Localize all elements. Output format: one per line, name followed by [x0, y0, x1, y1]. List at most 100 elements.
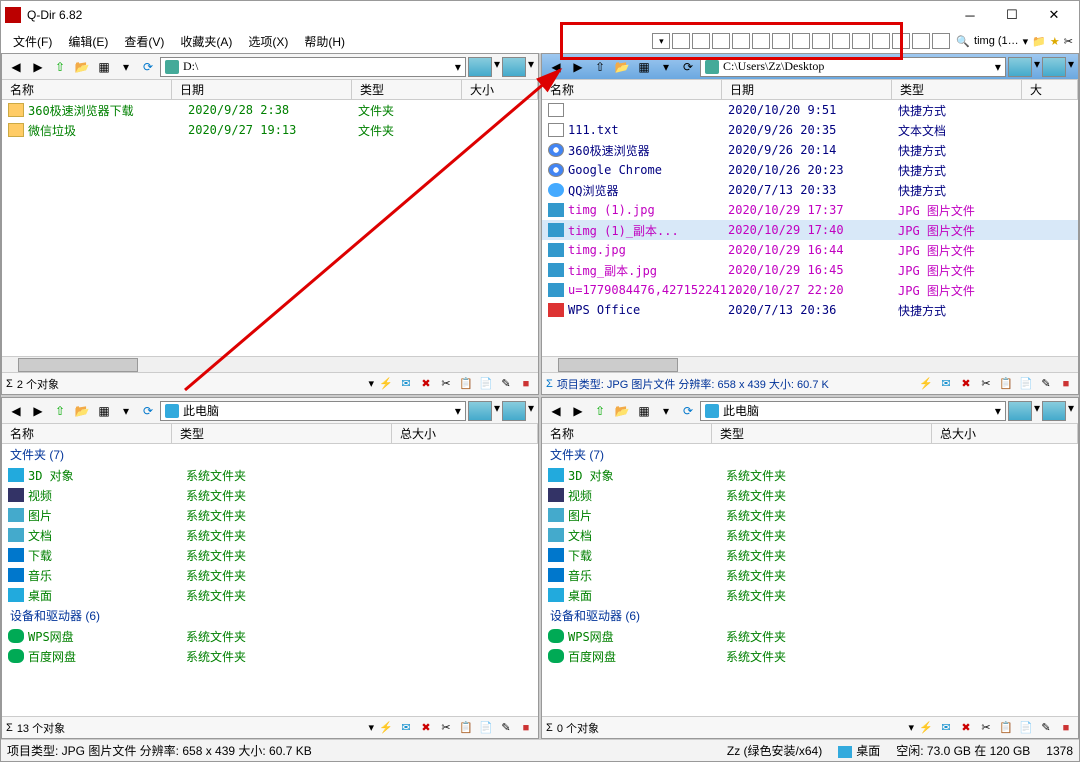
scissors-icon[interactable]: ✂ [1064, 35, 1073, 48]
refresh-icon[interactable]: ⟳ [678, 401, 698, 421]
file-row[interactable]: 360极速浏览器下载 2020/9/28 2:38 文件夹 [2, 100, 538, 120]
square-icon[interactable]: ■ [518, 376, 534, 392]
dropdown-icon[interactable]: ▾ [995, 404, 1001, 418]
star-icon[interactable]: ★ [1050, 35, 1060, 48]
file-row[interactable]: WPS网盘 系统文件夹 [2, 626, 538, 646]
dropdown-icon[interactable]: ▾ [116, 57, 136, 77]
delete-icon[interactable]: ✖ [958, 720, 974, 736]
copy-icon[interactable]: 📋 [458, 720, 474, 736]
bolt-icon[interactable]: ⚡ [378, 376, 394, 392]
view-button[interactable] [502, 57, 526, 77]
file-row[interactable]: 文档 系统文件夹 [542, 525, 1078, 545]
layout-icon[interactable]: ▾ [652, 33, 670, 49]
layout-icon[interactable] [772, 33, 790, 49]
file-row[interactable]: 音乐 系统文件夹 [2, 565, 538, 585]
folder-icon[interactable]: 📂 [612, 401, 632, 421]
view-button[interactable] [468, 57, 492, 77]
layout-icon[interactable] [712, 33, 730, 49]
col-size[interactable]: 总大小 [392, 424, 538, 443]
pencil-icon[interactable]: ✎ [1038, 720, 1054, 736]
file-row[interactable]: 图片 系统文件夹 [2, 505, 538, 525]
group-header[interactable]: 设备和驱动器 (6) [542, 605, 1078, 626]
file-row[interactable]: WPS Office 2020/7/13 20:36 快捷方式 [542, 300, 1078, 320]
file-row[interactable]: 视频 系统文件夹 [542, 485, 1078, 505]
cut-icon[interactable]: ✂ [438, 376, 454, 392]
layout-icon[interactable] [852, 33, 870, 49]
folder-icon[interactable]: 📂 [612, 57, 632, 77]
copy-icon[interactable]: 📋 [998, 376, 1014, 392]
group-header[interactable]: 文件夹 (7) [2, 444, 538, 465]
sigma-icon[interactable]: Σ [546, 722, 553, 734]
bolt-icon[interactable]: ⚡ [918, 376, 934, 392]
layout-icon[interactable] [752, 33, 770, 49]
back-icon[interactable]: ◀ [6, 401, 26, 421]
pencil-icon[interactable]: ✎ [498, 720, 514, 736]
square-icon[interactable]: ■ [1058, 376, 1074, 392]
delete-icon[interactable]: ✖ [418, 376, 434, 392]
col-date[interactable]: 日期 [722, 80, 892, 99]
dropdown-icon[interactable]: ▾ [455, 404, 461, 418]
mail-icon[interactable]: ✉ [938, 376, 954, 392]
scrollbar-h[interactable] [542, 356, 1078, 372]
refresh-icon[interactable]: ⟳ [678, 57, 698, 77]
layout-icon[interactable] [832, 33, 850, 49]
file-row[interactable]: 下载 系统文件夹 [542, 545, 1078, 565]
mail-icon[interactable]: ✉ [398, 720, 414, 736]
menu-file[interactable]: 文件(F) [7, 31, 58, 52]
col-type[interactable]: 类型 [172, 424, 392, 443]
col-type[interactable]: 类型 [892, 80, 1022, 99]
minimize-button[interactable]: ─ [949, 1, 991, 29]
copy-icon[interactable]: 📋 [458, 376, 474, 392]
menu-edit[interactable]: 编辑(E) [62, 31, 114, 52]
col-type[interactable]: 类型 [352, 80, 462, 99]
view-button[interactable] [1008, 401, 1032, 421]
layout-icon[interactable] [812, 33, 830, 49]
dropdown-icon[interactable]: ▾ [656, 57, 676, 77]
folder-icon[interactable]: 📁 [1032, 35, 1046, 48]
view-button[interactable] [1008, 57, 1032, 77]
file-row[interactable]: 3D 对象 系统文件夹 [542, 465, 1078, 485]
up-icon[interactable]: ⇧ [50, 57, 70, 77]
file-row[interactable]: 桌面 系统文件夹 [2, 585, 538, 605]
col-size[interactable]: 大小 [462, 80, 538, 99]
file-row[interactable]: 111.txt 2020/9/26 20:35 文本文档 [542, 120, 1078, 140]
view-button[interactable] [502, 401, 526, 421]
file-row[interactable]: timg_副本.jpg 2020/10/29 16:45 JPG 图片文件 [542, 260, 1078, 280]
grid-icon[interactable]: ▦ [94, 57, 114, 77]
back-icon[interactable]: ◀ [6, 57, 26, 77]
file-row[interactable]: 3D 对象 系统文件夹 [2, 465, 538, 485]
menu-view[interactable]: 查看(V) [118, 31, 170, 52]
pencil-icon[interactable]: ✎ [498, 376, 514, 392]
menu-options[interactable]: 选项(X) [242, 31, 294, 52]
paste-icon[interactable]: 📄 [478, 376, 494, 392]
col-size[interactable]: 大 [1022, 80, 1078, 99]
file-row[interactable]: 百度网盘 系统文件夹 [542, 646, 1078, 666]
bolt-icon[interactable]: ⚡ [378, 720, 394, 736]
file-row[interactable]: 音乐 系统文件夹 [542, 565, 1078, 585]
file-list[interactable]: 文件夹 (7) 3D 对象 系统文件夹 视频 系统文件夹 图片 系统文件夹 文档… [542, 444, 1078, 716]
up-icon[interactable]: ⇧ [590, 57, 610, 77]
view-button[interactable] [1042, 57, 1066, 77]
address-bar[interactable]: C:\Users\Zz\Desktop ▾ [700, 57, 1006, 77]
menu-help[interactable]: 帮助(H) [298, 31, 351, 52]
file-row[interactable]: WPS网盘 系统文件夹 [542, 626, 1078, 646]
col-size[interactable]: 总大小 [932, 424, 1078, 443]
layout-icon[interactable] [792, 33, 810, 49]
col-type[interactable]: 类型 [712, 424, 932, 443]
layout-icon[interactable] [912, 33, 930, 49]
scrollbar-h[interactable] [2, 356, 538, 372]
file-row[interactable]: timg (1).jpg 2020/10/29 17:37 JPG 图片文件 [542, 200, 1078, 220]
sigma-icon[interactable]: Σ [546, 378, 553, 390]
file-list[interactable]: 2020/10/20 9:51 快捷方式 111.txt 2020/9/26 2… [542, 100, 1078, 356]
mail-icon[interactable]: ✉ [398, 376, 414, 392]
dropdown-icon[interactable]: ▾ [455, 60, 461, 74]
square-icon[interactable]: ■ [518, 720, 534, 736]
view-button[interactable] [468, 401, 492, 421]
grid-icon[interactable]: ▦ [634, 57, 654, 77]
layout-icon[interactable] [932, 33, 950, 49]
file-row[interactable]: u=1779084476,427152241... 2020/10/27 22:… [542, 280, 1078, 300]
col-name[interactable]: 名称 [542, 80, 722, 99]
col-name[interactable]: 名称 [542, 424, 712, 443]
sigma-icon[interactable]: Σ [6, 378, 13, 390]
paste-icon[interactable]: 📄 [478, 720, 494, 736]
